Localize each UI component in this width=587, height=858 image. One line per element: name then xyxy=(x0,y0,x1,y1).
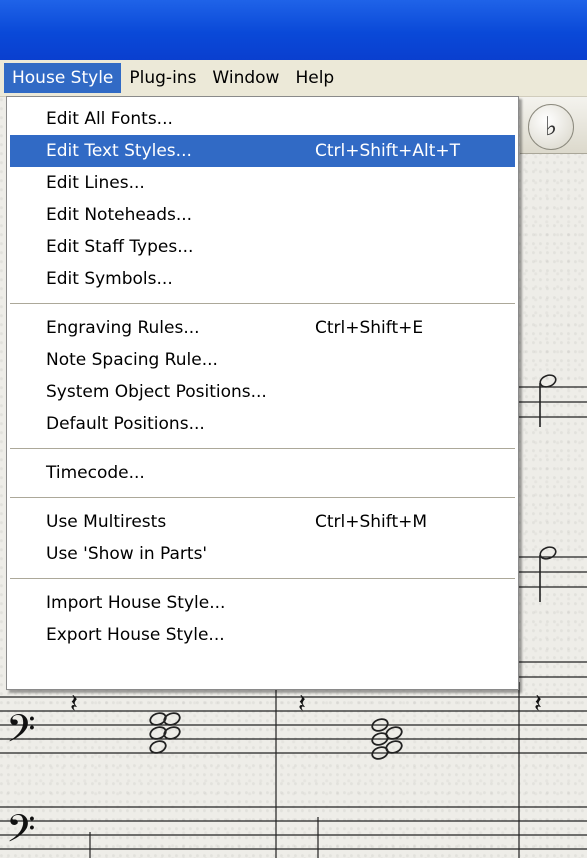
menubar-plug-ins[interactable]: Plug-ins xyxy=(121,63,204,93)
menu-item-edit-noteheads[interactable]: Edit Noteheads... xyxy=(10,199,515,231)
shortcut-label: Ctrl+Shift+Alt+T xyxy=(315,141,461,161)
menu-item-note-spacing-rule[interactable]: Note Spacing Rule... xyxy=(10,344,515,376)
menu-bar: House Style Plug-ins Window Help xyxy=(0,60,587,97)
menubar-help[interactable]: Help xyxy=(287,63,342,93)
menu-item-import-house-style[interactable]: Import House Style... xyxy=(10,587,515,619)
menu-item-edit-staff-types[interactable]: Edit Staff Types... xyxy=(10,231,515,263)
menu-item-edit-symbols[interactable]: Edit Symbols... xyxy=(10,263,515,295)
menu-separator xyxy=(10,497,515,498)
menu-item-edit-text-styles[interactable]: Edit Text Styles... Ctrl+Shift+Alt+T xyxy=(10,135,515,167)
menu-separator xyxy=(10,448,515,449)
menu-item-use-multirests[interactable]: Use Multirests Ctrl+Shift+M xyxy=(10,506,515,538)
menu-item-timecode[interactable]: Timecode... xyxy=(10,457,515,489)
menu-item-edit-lines[interactable]: Edit Lines... xyxy=(10,167,515,199)
shortcut-label: Ctrl+Shift+M xyxy=(315,512,428,532)
menu-item-default-positions[interactable]: Default Positions... xyxy=(10,408,515,440)
rest-3: 𝄽 xyxy=(534,689,542,719)
title-bar xyxy=(0,0,587,60)
menu-item-engraving-rules[interactable]: Engraving Rules... Ctrl+Shift+E xyxy=(10,312,515,344)
bass-clef-upper: 𝄢 xyxy=(6,706,36,760)
menu-separator xyxy=(10,303,515,304)
menu-item-system-object-positions[interactable]: System Object Positions... xyxy=(10,376,515,408)
rest-2: 𝄽 xyxy=(298,689,306,719)
menu-item-export-house-style[interactable]: Export House Style... xyxy=(10,619,515,651)
menubar-window[interactable]: Window xyxy=(204,63,287,93)
rest-1: 𝄽 xyxy=(70,689,78,719)
bass-clef-lower: 𝄢 xyxy=(6,806,36,858)
menu-separator xyxy=(10,578,515,579)
menubar-house-style[interactable]: House Style xyxy=(4,63,122,93)
house-style-menu: Edit All Fonts... Edit Text Styles... Ctr… xyxy=(6,96,519,690)
menu-item-use-show-in-parts[interactable]: Use 'Show in Parts' xyxy=(10,538,515,570)
shortcut-label: Ctrl+Shift+E xyxy=(315,318,424,338)
menu-item-edit-all-fonts[interactable]: Edit All Fonts... xyxy=(10,103,515,135)
